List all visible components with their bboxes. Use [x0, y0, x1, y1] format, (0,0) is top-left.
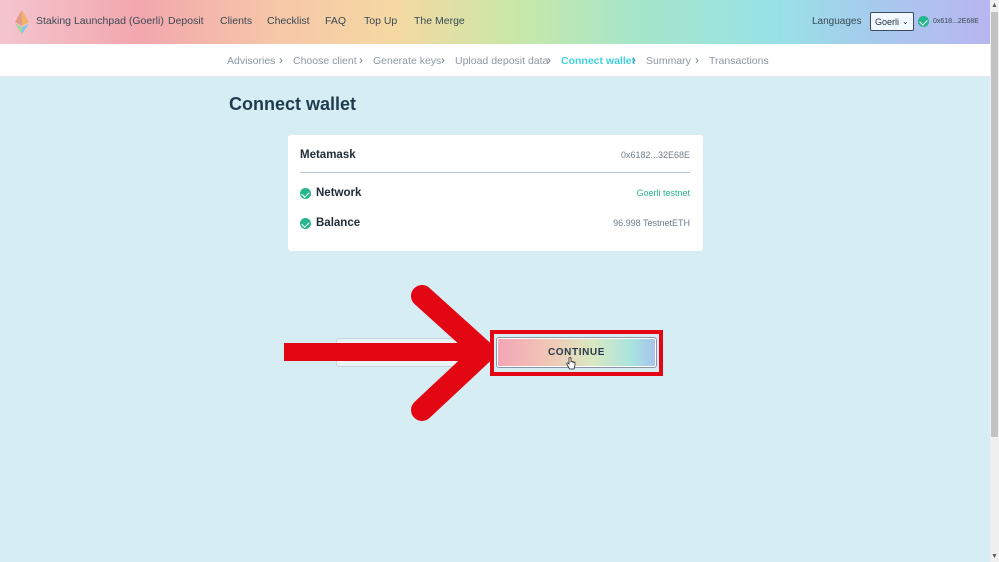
- account-address: 0x618...2E68E: [933, 18, 979, 25]
- breadcrumb-step-choose-client[interactable]: Choose client: [293, 55, 357, 67]
- account-indicator[interactable]: 0x618...2E68E: [918, 16, 979, 27]
- breadcrumb: Advisories › Choose client › Generate ke…: [0, 44, 990, 77]
- nav-item-top-up[interactable]: Top Up: [364, 15, 397, 27]
- scroll-down-arrow-icon[interactable]: ▼: [991, 553, 998, 560]
- scrollbar-thumb[interactable]: [991, 12, 998, 437]
- check-circle-icon: [300, 218, 311, 229]
- breadcrumb-step-summary[interactable]: Summary: [646, 55, 691, 67]
- wallet-name: Metamask: [300, 149, 356, 161]
- languages-link[interactable]: Languages: [812, 16, 862, 27]
- ethereum-logo-icon[interactable]: [14, 10, 30, 34]
- chevron-down-icon: ⌄: [902, 17, 909, 26]
- breadcrumb-separator-icon: ›: [695, 53, 699, 67]
- breadcrumb-step-advisories[interactable]: Advisories: [227, 55, 275, 67]
- wallet-card: Metamask 0x6182...32E68E Network Goerli …: [288, 135, 703, 251]
- breadcrumb-step-upload-deposit-data[interactable]: Upload deposit data: [455, 55, 548, 67]
- balance-row: Balance 96.998 TestnetETH: [300, 216, 690, 234]
- network-label: Network: [316, 187, 362, 199]
- breadcrumb-step-generate-keys[interactable]: Generate keys: [373, 55, 441, 67]
- breadcrumb-step-transactions[interactable]: Transactions: [709, 55, 769, 67]
- breadcrumb-step-connect-wallet[interactable]: Connect wallet: [561, 55, 635, 67]
- continue-button-label: CONTINUE: [547, 347, 606, 358]
- hand-pointer-cursor-icon: [566, 357, 576, 370]
- breadcrumb-separator-icon: ›: [279, 53, 283, 67]
- top-navigation-bar: Staking Launchpad (Goerli) Deposit Clien…: [0, 0, 990, 44]
- wallet-address: 0x6182...32E68E: [620, 150, 690, 160]
- breadcrumb-separator-icon: ›: [547, 53, 551, 67]
- nav-item-faq[interactable]: FAQ: [325, 15, 346, 27]
- network-select[interactable]: Goerli ⌄: [870, 12, 914, 31]
- wallet-card-header: Metamask 0x6182...32E68E: [300, 135, 690, 173]
- check-circle-icon: [300, 188, 311, 199]
- page-title: Connect wallet: [229, 94, 357, 114]
- breadcrumb-separator-icon: ›: [359, 53, 363, 67]
- nav-item-the-merge[interactable]: The Merge: [414, 15, 465, 27]
- nav-item-clients[interactable]: Clients: [220, 15, 252, 27]
- nav-item-deposit[interactable]: Deposit: [168, 15, 204, 27]
- brand-title[interactable]: Staking Launchpad (Goerli): [36, 15, 164, 27]
- network-value: Goerli testnet: [636, 188, 690, 198]
- breadcrumb-separator-icon: ›: [441, 53, 445, 67]
- network-row: Network Goerli testnet: [300, 186, 690, 204]
- network-select-value: Goerli: [875, 16, 900, 27]
- check-circle-icon: [918, 16, 929, 27]
- scroll-up-arrow-icon[interactable]: ▲: [991, 2, 998, 9]
- continue-button[interactable]: CONTINUE: [496, 337, 657, 368]
- nav-item-checklist[interactable]: Checklist: [267, 15, 310, 27]
- vertical-scrollbar[interactable]: ▲ ▼: [990, 0, 999, 562]
- annotation-arrow-icon: [284, 285, 494, 421]
- breadcrumb-separator-icon: ›: [632, 53, 636, 67]
- balance-label: Balance: [316, 217, 361, 229]
- balance-value: 96.998 TestnetETH: [613, 218, 690, 228]
